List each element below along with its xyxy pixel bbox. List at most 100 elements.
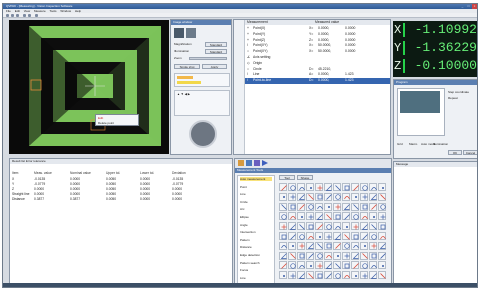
- tool-diag-icon[interactable]: [378, 192, 386, 201]
- tool-line-icon[interactable]: [351, 261, 359, 270]
- tool-angle-icon[interactable]: [369, 192, 377, 201]
- tool-arc-icon[interactable]: [333, 222, 341, 231]
- tool-point-icon[interactable]: [279, 192, 287, 201]
- tool-line-icon[interactable]: [360, 232, 368, 240]
- tool-cross-icon[interactable]: [279, 222, 287, 231]
- tool-category[interactable]: Line: [240, 192, 246, 196]
- measurement-row[interactable]: + Point(Z) Z= 0.0000, 0.0000: [245, 38, 390, 43]
- context-menu-delete[interactable]: Delete point: [98, 121, 114, 125]
- single-shot-button[interactable]: Single shot: [174, 64, 200, 69]
- tool-arc-icon[interactable]: [288, 212, 296, 221]
- tool-cross-icon[interactable]: [288, 192, 296, 201]
- tool-diag-icon[interactable]: [378, 271, 386, 280]
- tool-cross-icon[interactable]: [360, 192, 368, 201]
- illumination-select[interactable]: Standard: [205, 49, 227, 54]
- ok-button[interactable]: OK: [448, 150, 462, 155]
- tool-category[interactable]: Point: [240, 185, 247, 189]
- tool-arc-icon[interactable]: [342, 271, 350, 280]
- save-icon[interactable]: [16, 14, 19, 17]
- program-option[interactable]: Grid: [397, 142, 403, 146]
- tool-arc-icon[interactable]: [297, 183, 305, 191]
- tool-arc-icon[interactable]: [378, 232, 386, 240]
- tab-shape[interactable]: Shape: [297, 175, 313, 180]
- tool-diag-icon[interactable]: [333, 183, 341, 191]
- tool-box-icon[interactable]: [333, 212, 341, 221]
- tool-angle-icon[interactable]: [288, 222, 296, 231]
- context-menu-edit[interactable]: Edit: [98, 116, 103, 120]
- tool-angle-icon[interactable]: [279, 251, 287, 260]
- tool-diag-icon[interactable]: [342, 232, 350, 240]
- tool-category[interactable]: Distance: [240, 245, 252, 249]
- tool-arc-icon[interactable]: [324, 251, 332, 260]
- tool-line-icon[interactable]: [342, 212, 350, 221]
- tool-circle-icon[interactable]: [342, 241, 350, 250]
- measurement-row[interactable]: / Point(XY) X= 50.0000, 0.0000: [245, 43, 390, 48]
- tool-diag-icon[interactable]: [351, 202, 359, 211]
- measurement-row[interactable]: / Line A= 0.0000, 1.423: [245, 72, 390, 77]
- tool-angle-icon[interactable]: [324, 183, 332, 191]
- tool-box-icon[interactable]: [297, 251, 305, 260]
- stage-joystick[interactable]: [189, 120, 217, 148]
- light-bar-coaxial[interactable]: [177, 81, 201, 84]
- tool-cross-icon[interactable]: [297, 241, 305, 250]
- tool-angle-icon[interactable]: [297, 271, 305, 280]
- tool-circle-icon[interactable]: [288, 261, 296, 270]
- tool-category[interactable]: Pattern: [240, 238, 250, 242]
- tool-line-icon[interactable]: [297, 202, 305, 211]
- tool-angle-icon[interactable]: [333, 232, 341, 240]
- tool-cross-icon[interactable]: [306, 212, 314, 221]
- tool-circle-icon[interactable]: [360, 183, 368, 191]
- measurement-row[interactable]: ◇ Origin: [245, 61, 390, 66]
- tool-diag-icon[interactable]: [297, 222, 305, 231]
- save-icon[interactable]: [246, 160, 252, 166]
- tool-cross-icon[interactable]: [378, 212, 386, 221]
- tool-arc-icon[interactable]: [306, 232, 314, 240]
- tool-cross-icon[interactable]: [315, 183, 323, 191]
- tool-line-icon[interactable]: [288, 232, 296, 240]
- tool-diag-icon[interactable]: [306, 192, 314, 201]
- tool-box-icon[interactable]: [342, 261, 350, 270]
- tool-point-icon[interactable]: [351, 271, 359, 280]
- tab-tool[interactable]: Tool: [279, 175, 295, 180]
- tool-angle-icon[interactable]: [369, 271, 377, 280]
- tool-point-icon[interactable]: [351, 192, 359, 201]
- tool-arc-icon[interactable]: [342, 192, 350, 201]
- tool-angle-icon[interactable]: [306, 241, 314, 250]
- tool-line-icon[interactable]: [324, 192, 332, 201]
- tool-diag-icon[interactable]: [315, 241, 323, 250]
- apply-button[interactable]: Apply: [202, 64, 227, 69]
- tool-point-icon[interactable]: [333, 251, 341, 260]
- new-icon[interactable]: [6, 14, 9, 17]
- tool-box-icon[interactable]: [315, 192, 323, 201]
- tool-diag-icon[interactable]: [306, 271, 314, 280]
- tool-arc-icon[interactable]: [279, 241, 287, 250]
- tool-circle-icon[interactable]: [333, 271, 341, 280]
- tool-category[interactable]: Pattern search: [240, 261, 260, 265]
- tool-line-icon[interactable]: [378, 251, 386, 260]
- magnification-select[interactable]: Standard: [205, 42, 227, 47]
- tool-box-icon[interactable]: [369, 251, 377, 260]
- tool-line-icon[interactable]: [279, 261, 287, 270]
- tool-circle-icon[interactable]: [306, 202, 314, 211]
- tool-cross-icon[interactable]: [324, 232, 332, 240]
- print-icon[interactable]: [254, 160, 260, 166]
- stop-icon[interactable]: [28, 14, 31, 17]
- tool-point-icon[interactable]: [315, 232, 323, 240]
- tool-cross-icon[interactable]: [333, 202, 341, 211]
- tool-angle-icon[interactable]: [351, 251, 359, 260]
- tool-angle-icon[interactable]: [378, 241, 386, 250]
- camera-view[interactable]: Edit Delete point: [9, 20, 169, 154]
- measurement-row[interactable]: ○ Point(XY) X= 50.0000, 0.0000: [245, 49, 390, 54]
- program-option[interactable]: Macro: [409, 142, 417, 146]
- tool-box-icon[interactable]: [324, 241, 332, 250]
- tool-category[interactable]: Intersection: [240, 230, 256, 234]
- tool-diag-icon[interactable]: [279, 202, 287, 211]
- tool-line-icon[interactable]: [315, 222, 323, 231]
- program-option[interactable]: Step coordinate: [448, 90, 469, 94]
- tool-category[interactable]: Edge detection: [240, 253, 260, 257]
- measurement-row[interactable]: / Point-to-line D= 0.0000, 1.423: [245, 78, 390, 84]
- tool-point-icon[interactable]: [297, 212, 305, 221]
- tool-line-icon[interactable]: [333, 241, 341, 250]
- tool-cross-icon[interactable]: [342, 251, 350, 260]
- tool-circle-icon[interactable]: [378, 202, 386, 211]
